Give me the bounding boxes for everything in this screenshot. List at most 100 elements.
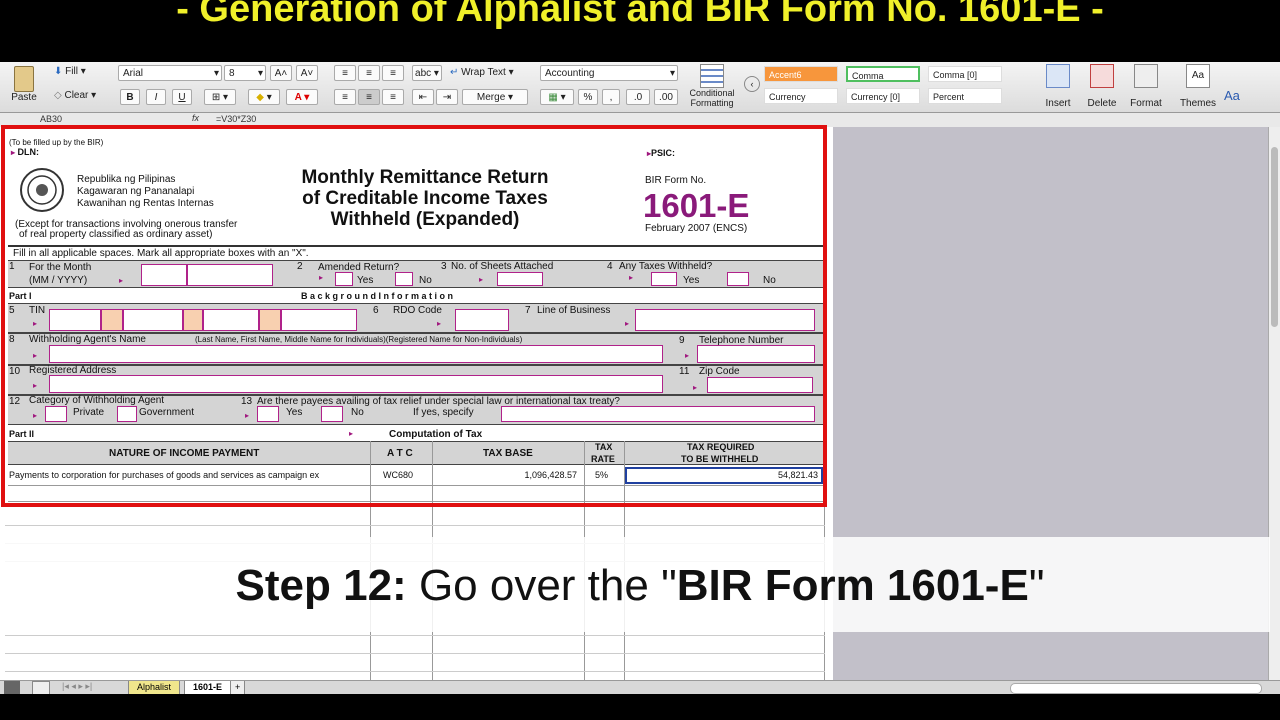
align-right-button[interactable]: ≡ xyxy=(382,89,404,105)
style-currency[interactable]: Currency xyxy=(764,88,838,104)
underline-button[interactable]: U xyxy=(172,89,192,105)
decrease-font-button[interactable]: A˅ xyxy=(296,65,318,81)
row-withheld-cell[interactable]: 54,821.43 xyxy=(625,467,823,484)
insert-button[interactable]: Insert xyxy=(1038,64,1078,109)
row-tax-base[interactable]: 1,096,428.57 xyxy=(435,470,577,480)
tin-segment-2[interactable] xyxy=(123,309,183,331)
style-currency-0[interactable]: Currency [0] xyxy=(846,88,920,104)
grid-row-line xyxy=(5,635,825,636)
wrap-text-button[interactable]: ↵ Wrap Text ▾ xyxy=(450,67,514,78)
government-checkbox[interactable] xyxy=(117,406,137,422)
caption-step: Step 12: xyxy=(235,561,407,610)
align-left-button[interactable]: ≡ xyxy=(334,89,356,105)
format-button[interactable]: Format xyxy=(1126,64,1166,109)
increase-decimal-button[interactable]: .0 xyxy=(626,89,650,105)
tab-scroll-arrows[interactable]: |◂ ◂ ▸ ▸| xyxy=(62,681,92,692)
increase-indent-button[interactable]: ⇥ xyxy=(436,89,458,105)
font-color-button[interactable]: A ▾ xyxy=(286,89,318,105)
amended-yes-checkbox[interactable] xyxy=(335,272,353,286)
currency-format-button[interactable]: ▦ ▾ xyxy=(540,89,574,105)
month-input[interactable] xyxy=(141,264,187,286)
bold-button[interactable]: B xyxy=(120,89,140,105)
tin-segment-3[interactable] xyxy=(203,309,259,331)
formula-input[interactable]: =V30*Z30 xyxy=(216,114,256,124)
clear-button[interactable]: ◇ Clear ▾ xyxy=(54,90,96,101)
fill-button[interactable]: ⬇ Fill ▾ xyxy=(54,66,86,77)
delete-button[interactable]: Delete xyxy=(1082,64,1122,109)
comma-button[interactable]: , xyxy=(602,89,620,105)
borders-button[interactable]: ⊞ ▾ xyxy=(204,89,236,105)
taxes-yes-checkbox[interactable] xyxy=(651,272,677,286)
align-center-button[interactable]: ≡ xyxy=(358,89,380,105)
specify-input[interactable] xyxy=(501,406,815,422)
rdo-input[interactable] xyxy=(455,309,509,331)
decrease-decimal-button[interactable]: .00 xyxy=(654,89,678,105)
horizontal-scrollbar[interactable] xyxy=(1010,683,1262,694)
style-accent6[interactable]: Accent6 xyxy=(764,66,838,82)
year-input[interactable] xyxy=(187,264,273,286)
paste-button[interactable]: Paste xyxy=(6,66,42,110)
psic-label: ▸PSIC: xyxy=(647,148,676,158)
align-bottom-button[interactable]: ≡ xyxy=(382,65,404,81)
item-number: 6 xyxy=(373,305,379,316)
sheets-input[interactable] xyxy=(497,272,543,286)
decrease-indent-button[interactable]: ⇤ xyxy=(412,89,434,105)
conditional-formatting-icon xyxy=(700,64,724,88)
amended-no-checkbox[interactable] xyxy=(395,272,413,286)
percent-button[interactable]: % xyxy=(578,89,598,105)
text-orientation-button[interactable]: abc ▾ xyxy=(412,65,442,81)
lob-input[interactable] xyxy=(635,309,815,331)
taxes-no-checkbox[interactable] xyxy=(727,272,749,286)
row-atc[interactable]: WC680 xyxy=(383,470,413,480)
private-checkbox[interactable] xyxy=(45,406,67,422)
item-number: 5 xyxy=(9,305,15,316)
item-number: 3 xyxy=(441,261,447,272)
row-tax-rate[interactable]: 5% xyxy=(595,470,608,480)
item-number: 12 xyxy=(9,396,21,407)
address-input[interactable] xyxy=(49,375,663,393)
caption-text: Step 12: Go over the "BIR Form 1601-E" xyxy=(0,561,1280,611)
exception-note: of real property classified as ordinary … xyxy=(19,229,213,240)
increase-font-button[interactable]: A˄ xyxy=(270,65,292,81)
paint-bucket-icon: ◆ xyxy=(256,92,264,103)
agent-name-input[interactable] xyxy=(49,345,663,363)
relief-yes-checkbox[interactable] xyxy=(257,406,279,422)
tin-segment-1[interactable] xyxy=(49,309,101,331)
phone-input[interactable] xyxy=(697,345,815,363)
style-comma[interactable]: Comma xyxy=(846,66,920,82)
psic-text: PSIC: xyxy=(651,148,676,158)
normal-view-icon[interactable] xyxy=(4,681,20,694)
scroll-thumb[interactable] xyxy=(1271,147,1278,327)
form-date: February 2007 (ENCS) xyxy=(645,223,748,234)
relief-no-checkbox[interactable] xyxy=(321,406,343,422)
item-number: 1 xyxy=(9,261,15,272)
merge-button[interactable]: Merge ▾ xyxy=(462,89,528,105)
number-format-value: Accounting xyxy=(545,68,595,79)
name-box[interactable]: AB30 xyxy=(40,114,62,124)
tin-segment-4[interactable] xyxy=(281,309,357,331)
tab-alphalist[interactable]: Alphalist xyxy=(128,681,181,695)
row-withheld: 54,821.43 xyxy=(777,470,818,480)
themes-button[interactable]: Aa Themes xyxy=(1176,64,1220,109)
fill-color-button[interactable]: ◆ ▾ xyxy=(248,89,280,105)
italic-button[interactable]: I xyxy=(146,89,166,105)
amended-label: Amended Return? xyxy=(318,262,400,273)
add-sheet-button[interactable]: + xyxy=(230,681,246,695)
font-name-select[interactable]: Arial ▾ xyxy=(118,65,222,81)
style-percent[interactable]: Percent xyxy=(928,88,1002,104)
styles-prev-button[interactable]: ‹ xyxy=(744,76,760,92)
conditional-formatting-button[interactable]: Conditional Formatting xyxy=(686,64,738,108)
table-row-line xyxy=(8,501,826,502)
tab-1601e[interactable]: 1601-E xyxy=(184,681,232,695)
theme-fonts-button[interactable]: Aa xyxy=(1224,88,1240,103)
align-middle-button[interactable]: ≡ xyxy=(358,65,380,81)
video-title-banner: - Generation of Alphalist and BIR Form N… xyxy=(0,0,1280,62)
row-nature[interactable]: Payments to corporation for purchases of… xyxy=(9,470,367,480)
font-size-select[interactable]: 8 ▾ xyxy=(224,65,266,81)
zip-input[interactable] xyxy=(707,377,813,393)
item-number: 2 xyxy=(297,261,303,272)
style-comma-0[interactable]: Comma [0] xyxy=(928,66,1002,82)
item-number: 4 xyxy=(607,261,613,272)
number-format-select[interactable]: Accounting ▾ xyxy=(540,65,678,81)
align-top-button[interactable]: ≡ xyxy=(334,65,356,81)
